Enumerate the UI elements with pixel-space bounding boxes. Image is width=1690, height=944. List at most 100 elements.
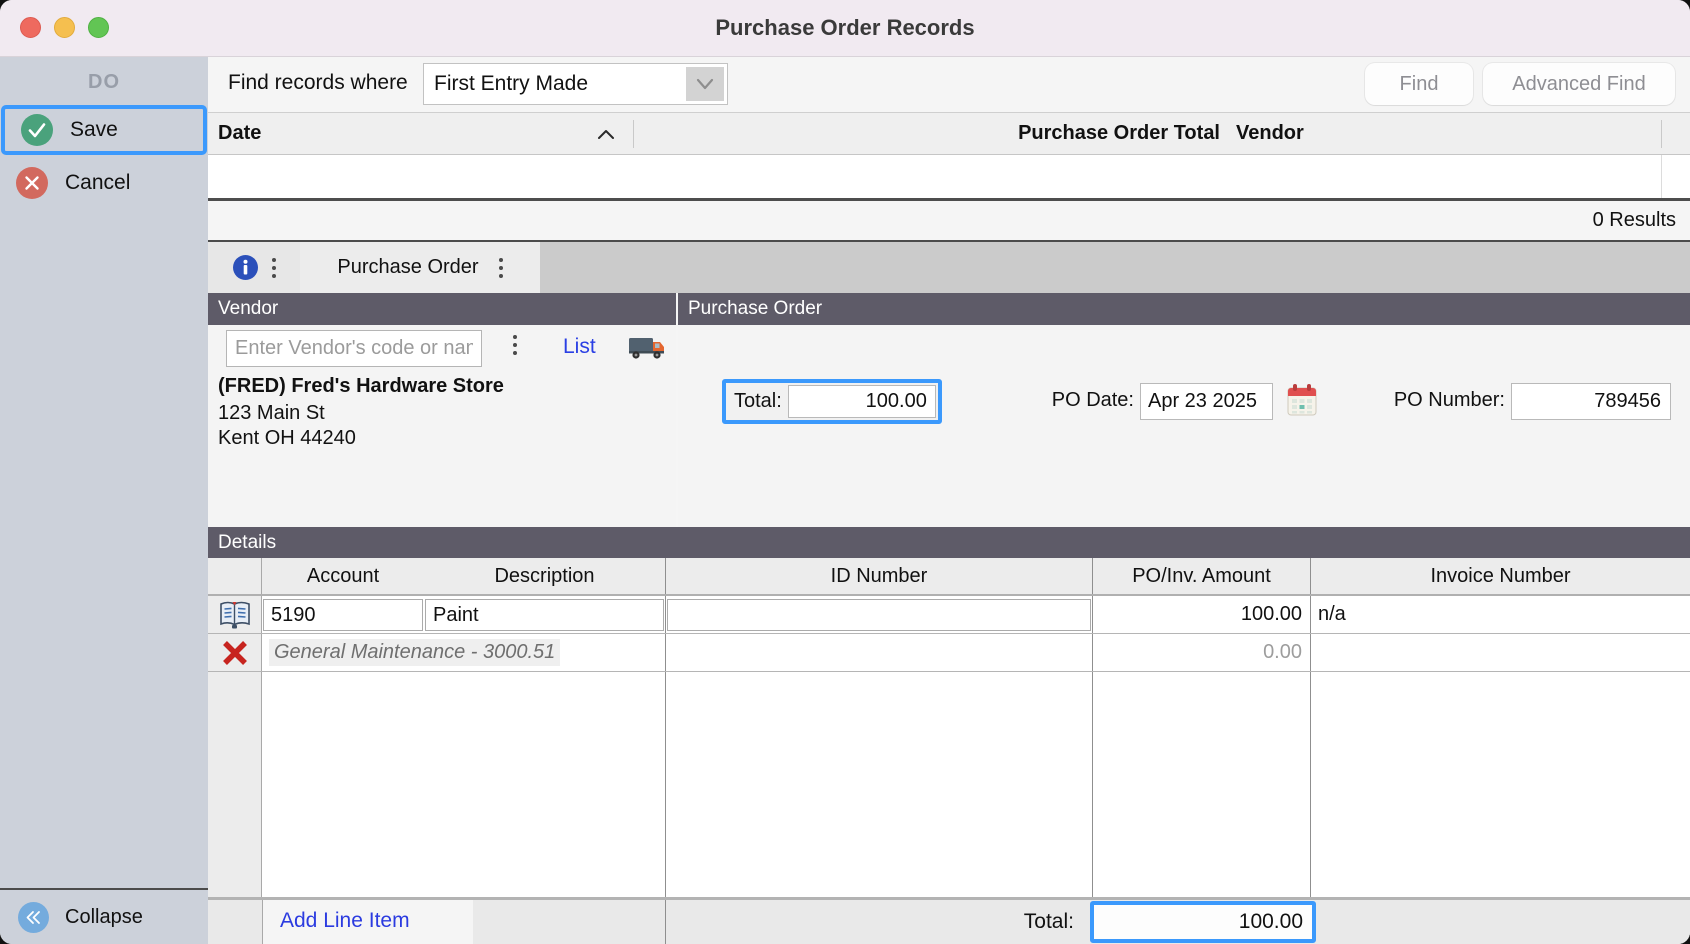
column-divider xyxy=(1661,120,1662,148)
details-section-header: Details xyxy=(208,527,1690,558)
record-info-tab[interactable] xyxy=(208,242,300,293)
save-button[interactable]: Save xyxy=(1,105,207,155)
results-empty-row[interactable] xyxy=(208,155,1690,198)
check-circle-icon xyxy=(20,113,54,147)
po-number-input[interactable]: 789456 xyxy=(1511,383,1671,420)
details-total-input[interactable]: 100.00 xyxy=(1094,905,1312,939)
line-item-row: 5190 Paint 100.00 n/a xyxy=(208,596,1690,634)
advanced-find-button[interactable]: Advanced Find xyxy=(1483,63,1675,105)
minimize-window-icon[interactable] xyxy=(54,17,75,38)
save-button-label: Save xyxy=(70,118,118,142)
results-table-header: Date Purchase Order Total Vendor xyxy=(208,112,1690,155)
sidebar-header: DO xyxy=(0,57,208,94)
zoom-window-icon[interactable] xyxy=(88,17,109,38)
delete-row-cell[interactable] xyxy=(208,634,262,671)
find-records-label: Find records where xyxy=(228,71,408,95)
invoice-number-cell[interactable]: n/a xyxy=(1310,596,1690,633)
column-header-vendor[interactable]: Vendor xyxy=(1228,122,1661,145)
tab-purchase-order-label: Purchase Order xyxy=(337,256,478,279)
description-input[interactable]: Paint xyxy=(425,599,664,631)
delete-x-icon xyxy=(222,640,248,666)
po-total-input[interactable]: 100.00 xyxy=(788,385,936,418)
id-number-column xyxy=(665,672,1092,897)
account-description-text: General Maintenance - 3000.51 xyxy=(269,639,560,666)
find-field-dropdown-value: First Entry Made xyxy=(424,72,686,96)
truck-icon xyxy=(628,335,666,361)
purchase-order-panel: Purchase Order Total: 100.00 PO Date: Ap… xyxy=(678,293,1690,527)
details-total-field-highlighted: 100.00 xyxy=(1090,901,1316,943)
details-table: Account Description ID Number PO/Inv. Am… xyxy=(208,558,1690,897)
column-divider xyxy=(1661,155,1662,198)
kebab-menu-icon[interactable] xyxy=(272,258,276,278)
column-divider xyxy=(262,900,263,944)
kebab-menu-icon[interactable] xyxy=(513,335,517,355)
find-button[interactable]: Find xyxy=(1365,63,1473,105)
account-input[interactable]: 5190 xyxy=(263,599,423,631)
find-field-dropdown[interactable]: First Entry Made xyxy=(423,63,728,105)
po-total-label: Total: xyxy=(728,390,788,413)
column-header-po-inv-amount: PO/Inv. Amount xyxy=(1092,558,1310,594)
results-count: 0 Results xyxy=(208,201,1690,240)
vendor-search-input[interactable] xyxy=(226,330,482,367)
column-header-description: Description xyxy=(424,558,665,594)
find-bar: Find records where First Entry Made Find… xyxy=(208,57,1690,112)
vendor-list-link[interactable]: List xyxy=(563,335,596,359)
ledger-icon-cell[interactable] xyxy=(208,596,262,633)
column-header-po-total[interactable]: Purchase Order Total xyxy=(634,122,1228,145)
traffic-lights xyxy=(20,17,109,38)
po-date-label: PO Date: xyxy=(1036,389,1134,412)
dropdown-button[interactable] xyxy=(686,67,724,101)
account-description-cell: General Maintenance - 3000.51 xyxy=(262,634,665,671)
cancel-button[interactable]: Cancel xyxy=(0,159,208,207)
vendor-panel-body: List (FRED) Fred's Hardware Store 123 Ma… xyxy=(208,325,676,527)
amount-cell[interactable]: 100.00 xyxy=(1092,596,1310,633)
description-cell: Paint xyxy=(424,596,665,633)
sidebar: DO Save Cancel Collapse xyxy=(0,57,208,944)
calendar-icon[interactable] xyxy=(1286,383,1318,417)
column-divider xyxy=(665,900,666,944)
collapse-button-label: Collapse xyxy=(65,906,143,929)
details-total-label: Total: xyxy=(908,910,1074,934)
details-empty-area xyxy=(208,672,1690,897)
tab-bar: Purchase Order xyxy=(208,240,1690,293)
column-header-invoice-number: Invoice Number xyxy=(1310,558,1690,594)
title-bar: Purchase Order Records xyxy=(0,0,1690,57)
id-number-input[interactable] xyxy=(667,599,1091,631)
info-icon xyxy=(233,255,258,280)
details-footer-bar: Add Line Item Total: 100.00 xyxy=(208,897,1690,944)
invoice-number-column xyxy=(1310,672,1690,897)
collapse-button[interactable]: Collapse xyxy=(0,890,208,944)
column-header-date[interactable]: Date xyxy=(208,122,633,145)
chevron-down-icon xyxy=(696,78,714,90)
column-header-date-label: Date xyxy=(218,122,261,145)
app-window: Purchase Order Records DO Save Cancel C xyxy=(0,0,1690,944)
id-number-cell xyxy=(665,596,1092,633)
po-date-input[interactable]: Apr 23 2025 xyxy=(1140,383,1273,420)
account-detail-row: General Maintenance - 3000.51 0.00 xyxy=(208,634,1690,672)
account-cell: 5190 xyxy=(262,596,424,633)
column-header-account: Account xyxy=(262,558,424,594)
vendor-section-header: Vendor xyxy=(208,293,676,325)
row-action-column xyxy=(208,672,262,897)
close-window-icon[interactable] xyxy=(20,17,41,38)
po-number-label: PO Number: xyxy=(1378,389,1505,412)
row-action-column-header xyxy=(208,558,262,594)
kebab-menu-icon[interactable] xyxy=(499,258,503,278)
invoice-number-cell[interactable] xyxy=(1310,634,1690,671)
x-circle-icon xyxy=(15,166,49,200)
sort-ascending-icon xyxy=(597,129,615,139)
ledger-book-icon xyxy=(218,600,252,630)
amount-column xyxy=(1092,672,1310,897)
vendor-address-line1: 123 Main St xyxy=(218,402,325,425)
vendor-address-line2: Kent OH 44240 xyxy=(218,427,356,450)
purchase-order-panel-body: Total: 100.00 PO Date: Apr 23 2025 xyxy=(678,325,1690,527)
po-total-field-highlighted: Total: 100.00 xyxy=(722,379,942,424)
id-number-cell[interactable] xyxy=(665,634,1092,671)
purchase-order-section-header: Purchase Order xyxy=(678,293,1690,325)
vendor-name: (FRED) Fred's Hardware Store xyxy=(218,375,504,398)
add-line-item-link[interactable]: Add Line Item xyxy=(280,909,410,933)
vendor-panel: Vendor List (FRED) Fred's Hardware Store… xyxy=(208,293,676,527)
cancel-button-label: Cancel xyxy=(65,171,130,195)
tab-purchase-order[interactable]: Purchase Order xyxy=(300,242,540,293)
amount-cell[interactable]: 0.00 xyxy=(1092,634,1310,671)
